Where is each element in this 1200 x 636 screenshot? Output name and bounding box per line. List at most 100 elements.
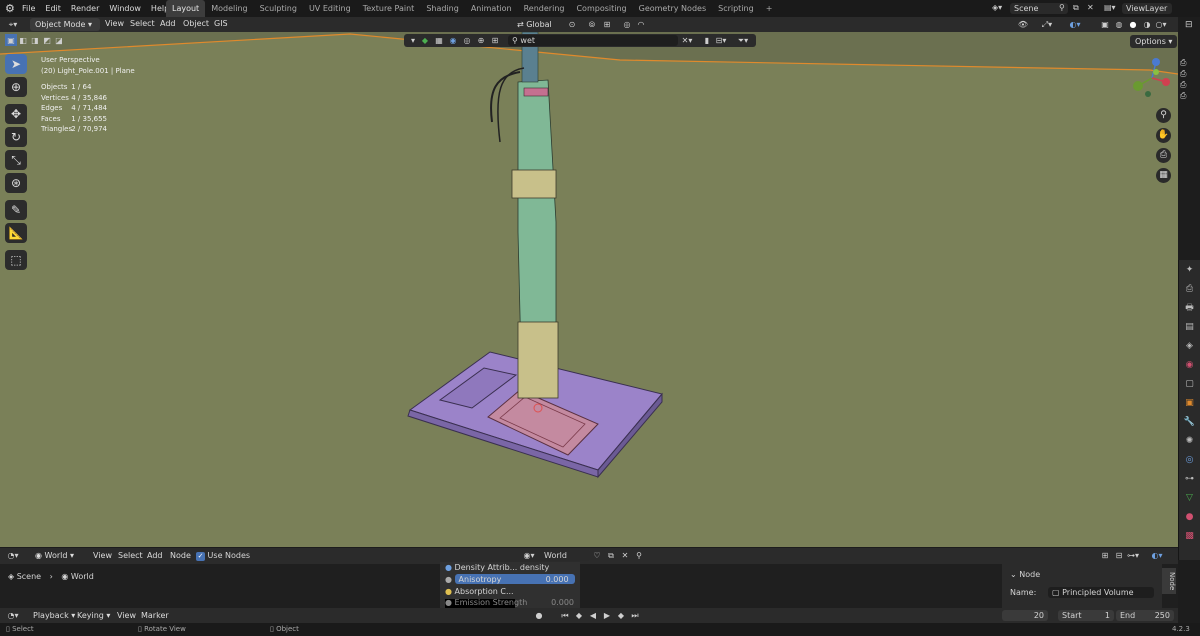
shading-material-icon[interactable]: ◑ [1140,18,1154,31]
tab-scripting[interactable]: Scripting [712,0,760,17]
measure-tool-icon[interactable]: 📐 [5,223,27,243]
bookmark-icon[interactable]: ▮ [700,34,714,47]
anisotropy-slider[interactable]: Anisotropy 0.000 [454,574,575,584]
tab-sculpting[interactable]: Sculpting [254,0,303,17]
move-tool-icon[interactable]: ✥ [5,104,27,124]
shading-wireframe-icon[interactable]: ◍ [1112,18,1126,31]
camera-view-icon[interactable]: ⎙ [1156,148,1171,163]
blender-logo-icon[interactable]: ⚙ [5,2,15,15]
timeline-menu-keying[interactable]: Keying ▾ [72,607,115,624]
snap-target-icon[interactable]: ⊞ [600,18,614,31]
mode-dropdown[interactable]: Object Mode ▾ [30,18,100,31]
tab-texture-paint[interactable]: Texture Paint [357,0,421,17]
play-icon[interactable]: ▶ [600,609,614,622]
editor-type-icon[interactable]: ⌖▾ [6,18,20,31]
use-nodes-toggle[interactable]: ✓ Use Nodes [196,551,250,561]
node-link-icon[interactable]: ⊶▾ [1126,549,1140,562]
filter-other-icon[interactable]: ⊞ [488,34,502,47]
jump-keyframe-back-icon[interactable]: ◆ [572,609,586,622]
tab-shading[interactable]: Shading [420,0,465,17]
collection-icon[interactable]: ◆ [418,34,432,47]
outliner-editor-icon[interactable]: ⊟ [1185,20,1193,30]
overlays-icon[interactable]: ◐▾ [1068,18,1082,31]
tab-animation[interactable]: Animation [465,0,518,17]
duplicate-world-icon[interactable]: ⧉ [604,549,618,562]
render-visibility-icon-4[interactable]: ⎙ [1180,91,1196,102]
node-snap-icon[interactable]: ⊞ [1098,549,1112,562]
world-properties-icon[interactable]: ◉ [1182,358,1198,372]
3d-viewport[interactable]: ▣ ◧ ◨ ◩ ◪ ▾ ◆ ▦ ◉ ◎ ⊕ ⊞ ⚲ wet ✕▾ ▮ ⊟▾ ⏷▾ Opt… [0,32,1178,547]
view-layer-properties-icon[interactable]: ▤ [1182,320,1198,334]
constraints-properties-icon[interactable]: ⊶ [1182,472,1198,486]
new-scene-icon[interactable]: ⧉ [1073,3,1079,13]
node-editor-canvas[interactable]: ◈ Scene › ◉ World ● Density Attrib... de… [0,562,1178,609]
tool-properties-icon[interactable]: ✦ [1182,263,1198,277]
pivot-icon[interactable]: ⊙ [565,18,579,31]
view-layer-icon[interactable]: ▤▾ [1104,3,1116,12]
physics-properties-icon[interactable]: ◎ [1182,453,1198,467]
node-socket-row-emission[interactable]: ● Emission Strength 0.000 [440,598,580,608]
orientation-dropdown[interactable]: ⇄ Global ▾ [512,18,560,42]
object-properties-icon[interactable]: ▣ [1182,396,1198,410]
node-socket-row-anisotropy[interactable]: ● Anisotropy 0.000 [440,574,580,586]
fake-user-icon[interactable]: ♡ [590,549,604,562]
data-properties-icon[interactable]: ▽ [1182,491,1198,505]
node-editor-type-icon[interactable]: ◔▾ [6,549,20,562]
jump-keyframe-forward-icon[interactable]: ◆ [614,609,628,622]
tab-rendering[interactable]: Rendering [518,0,571,17]
principled-volume-node[interactable]: ● Density Attrib... density ● Anisotropy… [440,562,580,609]
select-box-icon[interactable]: ▣ [5,34,17,46]
node-parent-icon[interactable]: ⊟ [1112,549,1126,562]
texture-properties-icon[interactable]: ▩ [1182,529,1198,543]
render-visibility-icon-2[interactable]: ⎙ [1180,69,1196,80]
node-panel-header[interactable]: ⌄ Node [1002,564,1162,579]
zoom-icon[interactable]: ⚲ [1156,108,1171,123]
timeline-menu-marker[interactable]: Marker [136,607,174,624]
auto-keying-icon[interactable]: ● [532,609,546,622]
menu-render[interactable]: Render [66,0,104,17]
node-menu-add[interactable]: Add [142,547,168,564]
unlink-world-icon[interactable]: ✕ [618,549,632,562]
pin-node-icon[interactable]: ⚲ [632,549,646,562]
add-workspace-icon[interactable]: + [760,0,779,17]
jump-end-icon[interactable]: ⏭ [628,609,642,622]
render-visibility-icon-3[interactable]: ⎙ [1180,80,1196,91]
current-frame-field[interactable]: 20 [1002,610,1048,621]
render-visibility-icon-1[interactable]: ⎙ [1180,58,1196,69]
tab-geometry-nodes[interactable]: Geometry Nodes [633,0,712,17]
play-reverse-icon[interactable]: ◀ [586,609,600,622]
ortho-grid-icon[interactable]: ▦ [1156,168,1171,183]
gizmo-icon[interactable]: ⤢▾ [1040,18,1054,31]
timeline-editor-icon[interactable]: ◔▾ [6,609,20,622]
sort-icon[interactable]: ⊟▾ [714,34,728,47]
tab-uv-editing[interactable]: UV Editing [303,0,357,17]
navigation-gizmo[interactable] [1130,56,1174,100]
node-overlay-icon[interactable]: ◐▾ [1150,549,1164,562]
proportional-edit-icon[interactable]: ◎ [620,18,634,31]
pin-icon[interactable]: ⚲ [1059,3,1065,12]
filter-camera-icon[interactable]: ◎ [460,34,474,47]
scene-properties-icon[interactable]: ◈ [1182,339,1198,353]
search-field[interactable]: ⚲ wet [508,35,678,46]
modifier-properties-icon[interactable]: 🔧 [1182,415,1198,429]
select-subtract-icon[interactable]: ◨ [29,34,41,46]
xray-icon[interactable]: ▣ [1098,18,1112,31]
menu-file[interactable]: File [17,0,40,17]
render-properties-icon[interactable]: ⎙ [1182,282,1198,296]
world-datablock-icon[interactable]: ◉▾ [522,549,536,562]
scale-tool-icon[interactable]: ⤡ [5,150,27,170]
end-frame-field[interactable]: End 250 [1116,610,1174,621]
viewport-menu-add[interactable]: Add [155,15,181,32]
world-name-field[interactable]: World [540,550,590,561]
select-tool-icon[interactable]: ➤ [5,54,27,74]
shading-solid-icon[interactable]: ● [1126,18,1140,31]
falloff-icon[interactable]: ◠ [634,18,648,31]
delete-scene-icon[interactable]: ✕ [1087,3,1094,12]
pan-hand-icon[interactable]: ✋ [1156,128,1171,143]
select-invert-icon[interactable]: ◩ [41,34,53,46]
filter-funnel-icon[interactable]: ⏷▾ [736,34,750,47]
node-sidebar-tab[interactable]: Node [1162,568,1176,594]
visibility-icon[interactable]: 👁▾ [1016,18,1030,42]
filter-empty-icon[interactable]: ⊕ [474,34,488,47]
annotate-tool-icon[interactable]: ✎ [5,200,27,220]
